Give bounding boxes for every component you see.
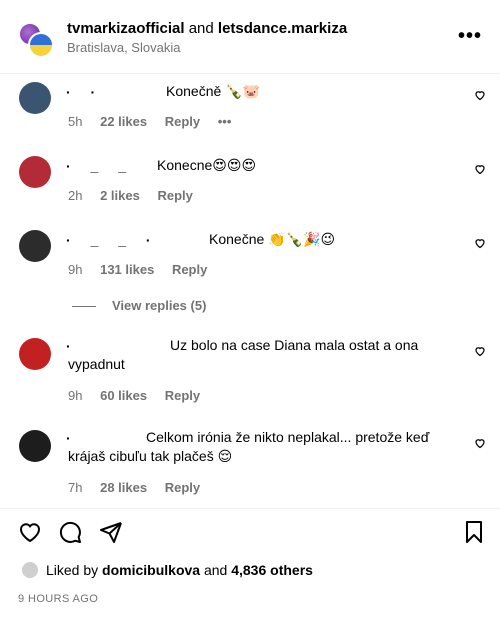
avatar[interactable]: [19, 82, 51, 114]
like-heart-icon[interactable]: [474, 163, 486, 175]
liked-by-joiner: and: [203, 562, 228, 578]
comment-text: Konečně 🍾🐷: [166, 83, 261, 99]
comment-bubble-icon[interactable]: [58, 520, 82, 544]
share-send-icon[interactable]: [99, 520, 123, 544]
comment-meta: 9h 60 likes Reply: [68, 388, 214, 403]
reply-button[interactable]: Reply: [172, 262, 207, 277]
avatar[interactable]: [19, 156, 51, 188]
account-avatars[interactable]: [18, 22, 54, 58]
avatar[interactable]: [22, 562, 38, 578]
comment-time: 2h: [68, 188, 83, 203]
more-options-icon[interactable]: •••: [458, 26, 482, 46]
comment-likes[interactable]: 2 likes: [100, 188, 140, 203]
post-actions: [0, 520, 500, 546]
like-heart-icon[interactable]: [474, 345, 486, 357]
liked-by-prefix: Liked by: [46, 562, 99, 578]
liked-by-count[interactable]: 4,836 others: [231, 562, 313, 578]
like-heart-icon[interactable]: [474, 89, 486, 101]
author-link[interactable]: letsdance.markiza: [218, 20, 347, 37]
post-header: tvmarkizaofficial and letsdance.markiza …: [0, 0, 500, 74]
bookmark-icon[interactable]: [462, 520, 486, 544]
post-authors: tvmarkizaofficial and letsdance.markiza: [67, 20, 347, 37]
comment-text: Konečne 👏🍾🎉😉: [209, 231, 336, 247]
comment-likes[interactable]: 131 likes: [100, 262, 154, 277]
author-joiner: and: [188, 20, 214, 37]
like-heart-icon[interactable]: [474, 437, 486, 449]
like-heart-icon[interactable]: [18, 520, 42, 544]
avatar[interactable]: [19, 338, 51, 370]
comment-text: Konecne😍😍😍: [157, 157, 257, 173]
liked-by-user[interactable]: domicibulkova: [102, 562, 200, 578]
reply-button[interactable]: Reply: [165, 388, 200, 403]
comment-time: 5h: [68, 114, 83, 129]
location-link[interactable]: Bratislava, Slovakia: [67, 40, 180, 55]
comment-username[interactable]: · ·: [66, 84, 103, 100]
comment-text: Celkom irónia že nikto neplakal... preto…: [68, 429, 430, 464]
comment-likes[interactable]: 28 likes: [100, 480, 147, 495]
comment-username[interactable]: · _ _ ·: [66, 232, 159, 248]
comment-options-icon[interactable]: •••: [218, 114, 232, 129]
comment-meta: 7h 28 likes Reply: [68, 480, 214, 495]
view-replies-button[interactable]: View replies (5): [72, 298, 206, 313]
comment-text: Uz bolo na case Diana mala ostat a ona v…: [68, 337, 419, 372]
reply-button[interactable]: Reply: [165, 480, 200, 495]
post-timestamp[interactable]: 9 HOURS AGO: [18, 593, 98, 605]
view-replies-line: [72, 306, 96, 308]
comment-time: 7h: [68, 480, 83, 495]
view-replies-label: View replies (5): [112, 298, 207, 313]
comment-meta: 2h 2 likes Reply: [68, 188, 207, 203]
comment-time: 9h: [68, 262, 83, 277]
avatar[interactable]: [19, 230, 51, 262]
comment-meta: 9h 131 likes Reply: [68, 262, 221, 277]
comment-likes[interactable]: 60 likes: [100, 388, 147, 403]
comment-username[interactable]: · _ _: [66, 158, 134, 174]
like-heart-icon[interactable]: [474, 237, 486, 249]
liked-by: Liked by domicibulkova and 4,836 others: [22, 562, 313, 578]
reply-button[interactable]: Reply: [157, 188, 192, 203]
reply-button[interactable]: Reply: [165, 114, 200, 129]
avatar: [28, 32, 54, 58]
comment-meta: 5h 22 likes Reply •••: [68, 114, 245, 129]
comment-time: 9h: [68, 388, 83, 403]
author-link[interactable]: tvmarkizaofficial: [67, 20, 185, 37]
comment-likes[interactable]: 22 likes: [100, 114, 147, 129]
divider: [0, 508, 500, 509]
avatar[interactable]: [19, 430, 51, 462]
